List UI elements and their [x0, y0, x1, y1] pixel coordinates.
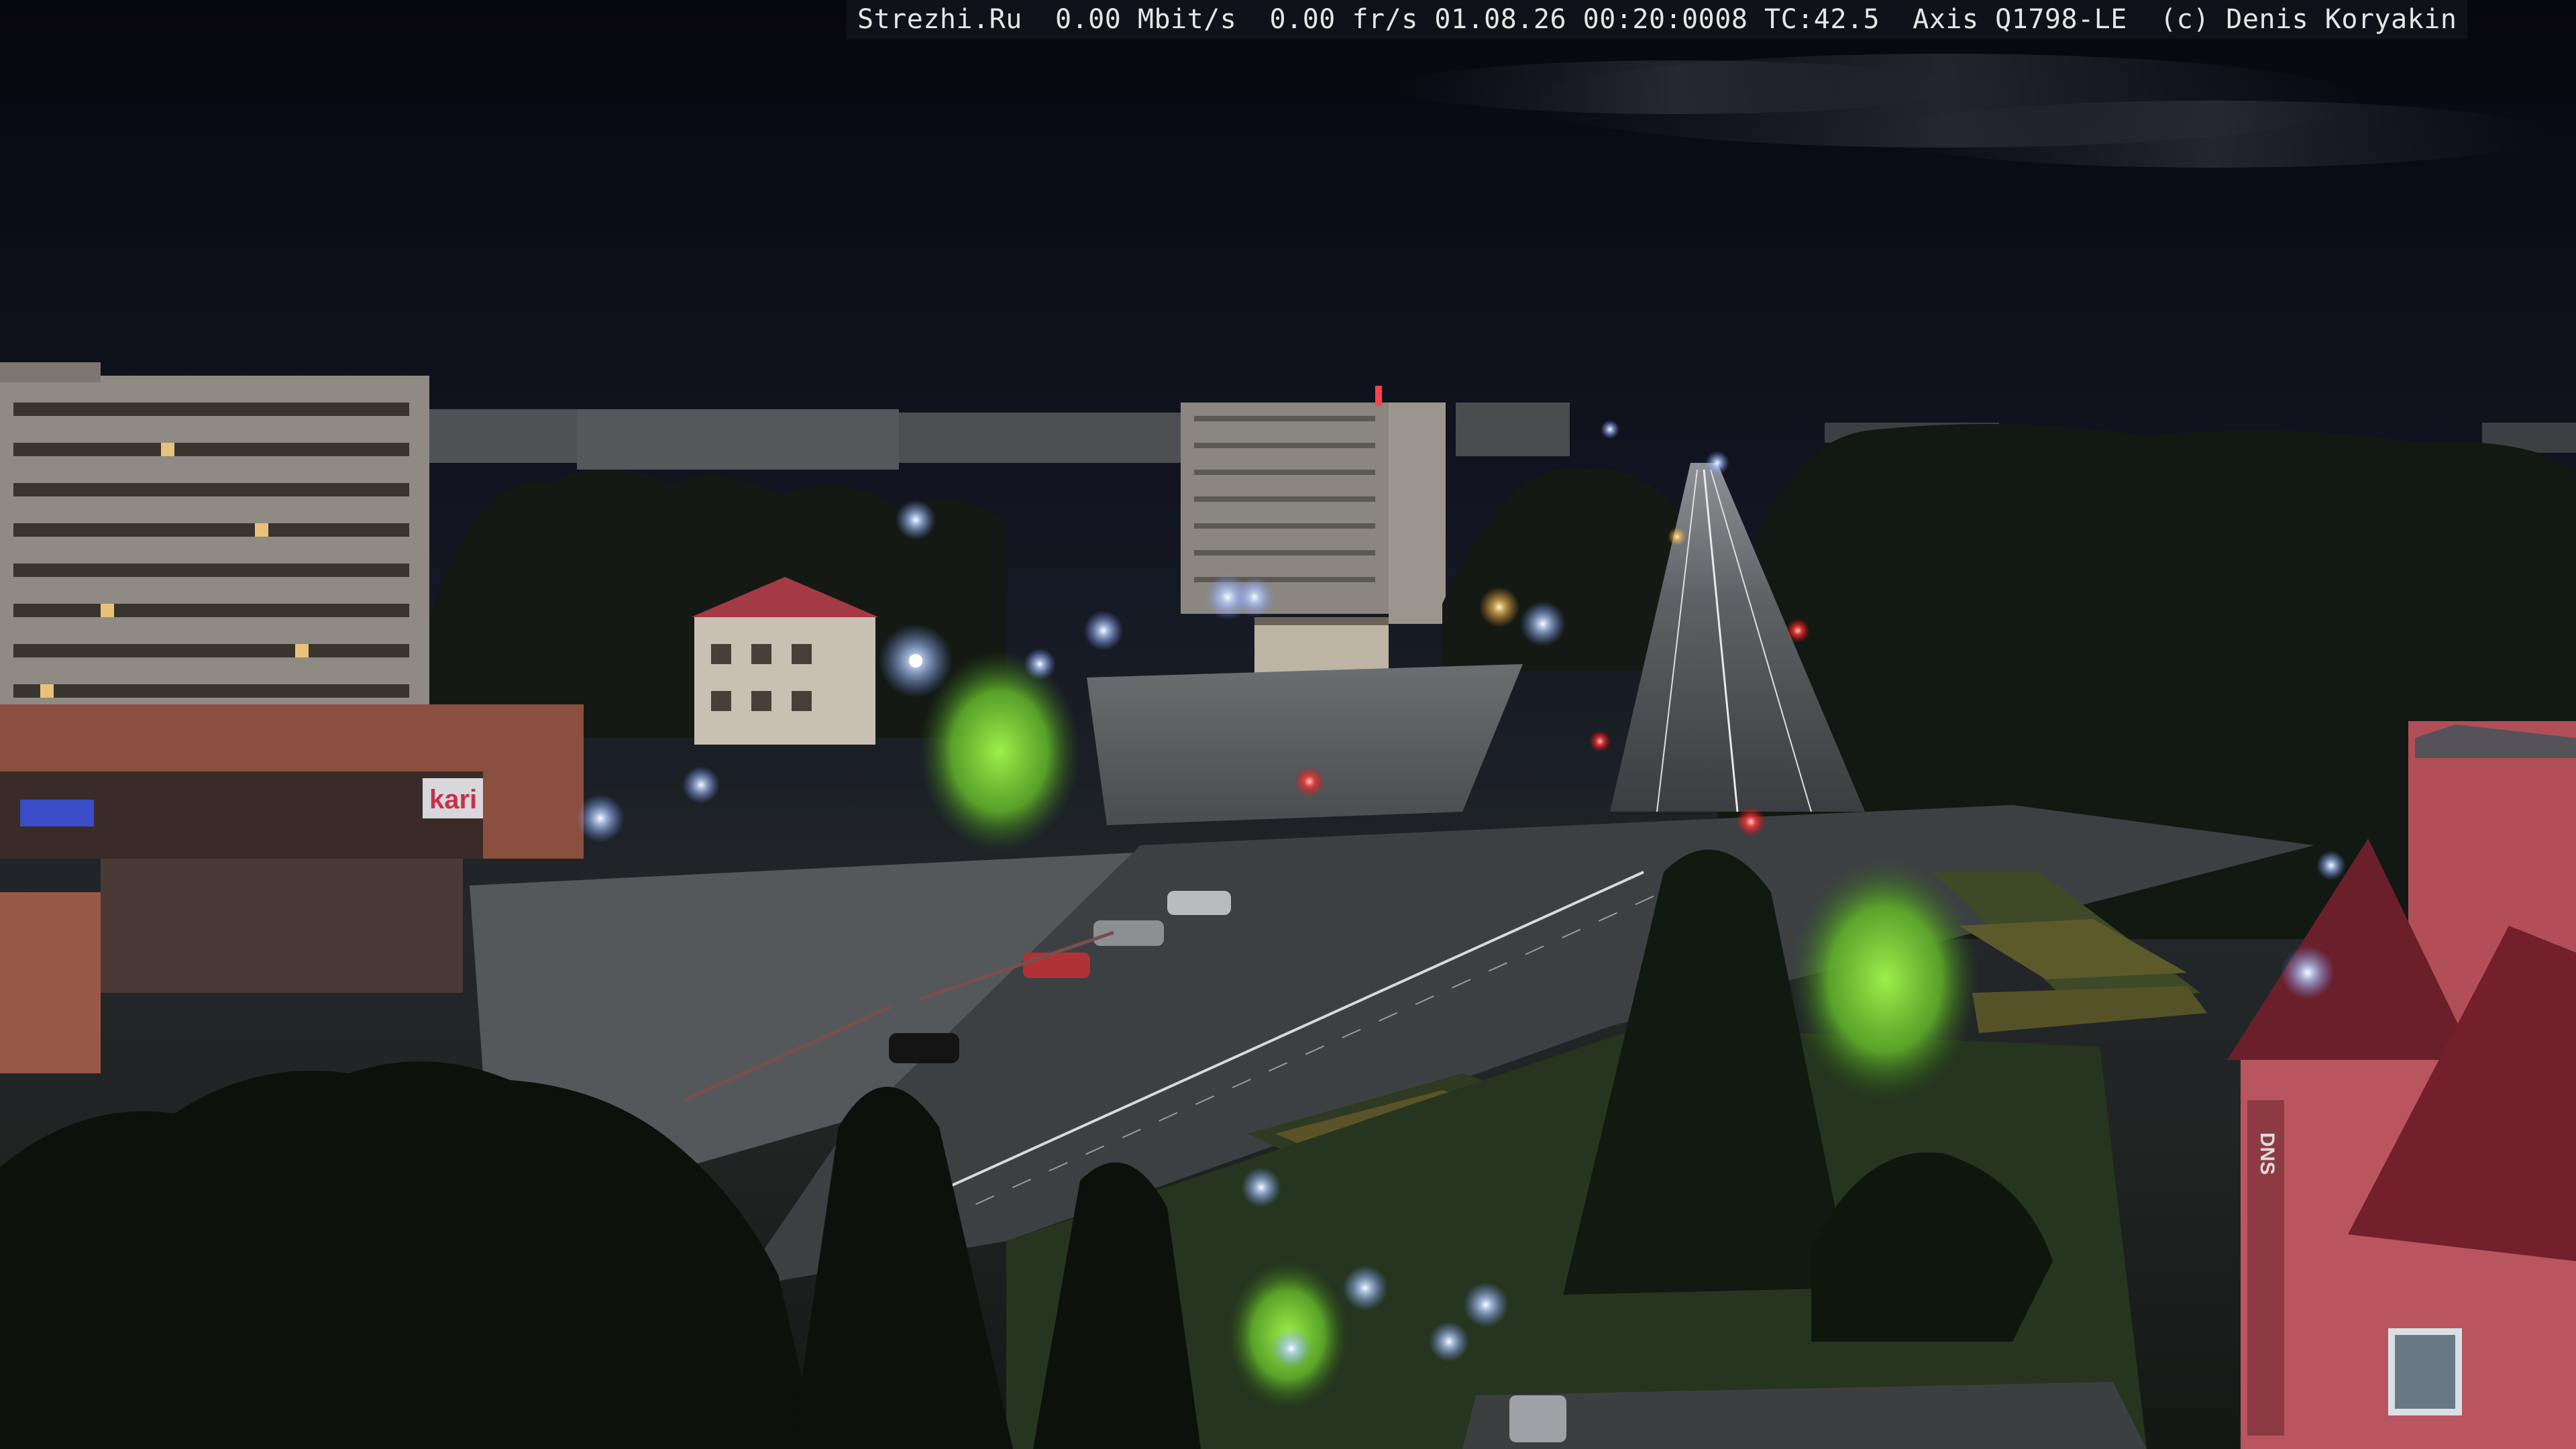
- street-scene: kari DNS: [0, 54, 2576, 1449]
- camera-overlay-text: Strezhi.Ru 0.00 Mbit/s 0.00 fr/s 01.08.2…: [847, 0, 2468, 39]
- store-sign-dns: DNS: [2256, 1132, 2278, 1175]
- store-sign-kari: kari: [429, 785, 477, 814]
- plaza-parking: [1087, 664, 1523, 825]
- camera-frame: kari DNS Strezhi.Ru 0.00 Mbit/s 0.00 fr/…: [0, 0, 2576, 1449]
- clouds: [1395, 54, 2549, 168]
